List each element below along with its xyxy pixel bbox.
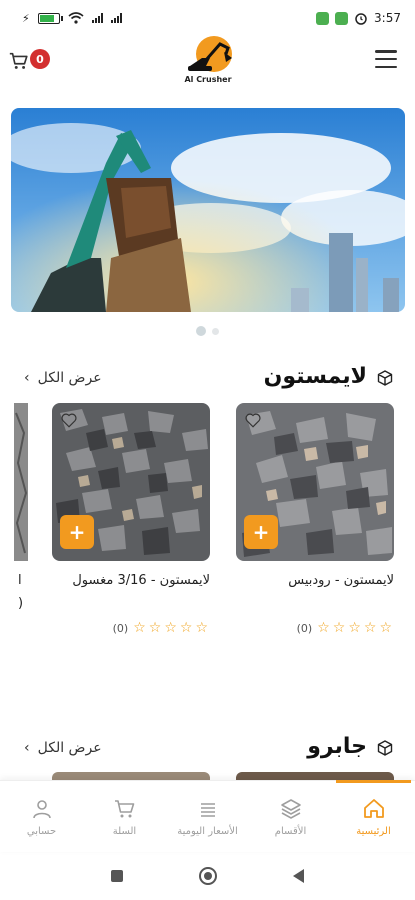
rating-stars: (0) ☆ ☆ ☆ ☆ ☆	[113, 621, 208, 635]
status-time: 3:57	[374, 11, 401, 25]
charging-icon: ⚡	[22, 11, 30, 25]
bottom-navigation: الرئيسية الأقسام الأسعار اليومية السلة ح…	[0, 780, 415, 852]
nav-item-daily-prices[interactable]: الأسعار اليومية	[166, 781, 249, 852]
section-header-gabbro: جابرو ‹ عرض الكل	[0, 734, 415, 764]
cart-count-badge: 0	[30, 49, 50, 69]
star-icon: ☆	[195, 620, 208, 636]
section-title: لايمستون	[263, 364, 367, 389]
nav-label: الأسعار اليومية	[177, 825, 238, 837]
rating-count: (0)	[296, 621, 313, 635]
notification-icon-2	[335, 11, 349, 25]
cart-button[interactable]: 0	[8, 46, 52, 74]
battery-icon	[37, 12, 63, 24]
pagination-dot[interactable]	[212, 327, 219, 335]
status-icons-left: ⚡	[22, 12, 122, 25]
nav-item-home[interactable]: الرئيسية	[332, 780, 415, 852]
view-all-link[interactable]: ‹ عرض الكل	[24, 370, 102, 386]
status-bar: ⚡ 3:57	[0, 0, 415, 36]
view-all-label: عرض الكل	[37, 740, 102, 756]
back-button[interactable]	[293, 869, 304, 883]
product-card[interactable]: + لايمستون - 3/16 مغسول (0) ☆ ☆ ☆ ☆ ☆	[52, 403, 210, 635]
cart-icon	[114, 799, 134, 817]
chevron-left-icon: ‹	[24, 370, 30, 386]
star-icon: ☆	[179, 620, 193, 636]
signal-icon	[91, 13, 103, 23]
cube-icon	[377, 370, 393, 386]
plus-icon: +	[68, 520, 86, 544]
alarm-icon	[355, 13, 367, 25]
add-to-cart-button[interactable]: +	[244, 515, 278, 549]
banner-image	[11, 108, 405, 312]
view-all-link[interactable]: ‹ عرض الكل	[24, 740, 102, 756]
section-title: جابرو	[307, 734, 367, 759]
plus-icon: +	[252, 520, 270, 544]
list-icon	[200, 802, 215, 817]
product-name: لايمستون - رودبيس	[288, 573, 394, 588]
home-icon	[363, 798, 384, 818]
excavator-logo-icon	[188, 36, 232, 72]
cart-icon	[9, 52, 28, 69]
partial-card-text-2: )	[18, 596, 24, 611]
cube-icon	[377, 740, 393, 756]
rating-stars: (0) ☆ ☆ ☆ ☆ ☆	[297, 621, 392, 635]
heart-icon[interactable]	[60, 411, 78, 429]
partial-card-text: ا	[18, 573, 22, 588]
nav-item-categories[interactable]: الأقسام	[249, 781, 332, 852]
star-icon: ☆	[317, 620, 330, 636]
rating-count: (0)	[112, 621, 129, 635]
nav-label: الرئيسية	[356, 825, 391, 837]
notification-icon	[316, 11, 330, 25]
app-header: 0 Al Crusher	[0, 36, 415, 86]
star-icon: ☆	[148, 620, 162, 636]
product-card[interactable]: + لايمستون - رودبيس (0) ☆ ☆ ☆ ☆ ☆	[236, 403, 394, 635]
star-icon: ☆	[348, 620, 361, 636]
status-icons-right: 3:57	[316, 11, 401, 25]
star-icon: ☆	[332, 620, 346, 636]
star-icon: ☆	[363, 620, 377, 636]
star-icon: ☆	[164, 620, 177, 636]
section-header-limestone: لايمستون ‹ عرض الكل	[0, 364, 415, 394]
star-icon: ☆	[379, 620, 392, 636]
pagination-dot-active[interactable]	[196, 326, 206, 336]
product-image[interactable]: +	[52, 403, 210, 561]
recent-apps-button[interactable]	[111, 870, 123, 882]
promo-banner[interactable]	[11, 108, 405, 312]
nav-label: السلة	[112, 825, 137, 837]
wifi-icon	[68, 12, 84, 24]
logo-text: Al Crusher	[184, 75, 232, 84]
user-icon	[32, 799, 51, 818]
product-name: لايمستون - 3/16 مغسول	[72, 573, 210, 588]
heart-icon[interactable]	[244, 411, 262, 429]
chevron-left-icon: ‹	[24, 740, 30, 756]
system-navigation-bar	[0, 852, 415, 900]
signal-icon-2	[110, 13, 122, 23]
nav-label: حسابي	[26, 825, 57, 837]
nav-item-account[interactable]: حسابي	[0, 781, 83, 852]
add-to-cart-button[interactable]: +	[60, 515, 94, 549]
nav-item-cart[interactable]: السلة	[83, 781, 166, 852]
star-icon: ☆	[133, 620, 146, 636]
view-all-label: عرض الكل	[37, 370, 102, 386]
menu-button[interactable]	[375, 50, 397, 68]
product-card-partial[interactable]	[0, 403, 28, 561]
product-image[interactable]: +	[236, 403, 394, 561]
layers-icon	[280, 798, 301, 819]
menu-icon	[375, 50, 397, 53]
nav-label: الأقسام	[274, 825, 307, 837]
banner-pagination	[0, 326, 415, 336]
app-logo: Al Crusher	[176, 36, 240, 84]
home-button[interactable]	[199, 867, 217, 885]
